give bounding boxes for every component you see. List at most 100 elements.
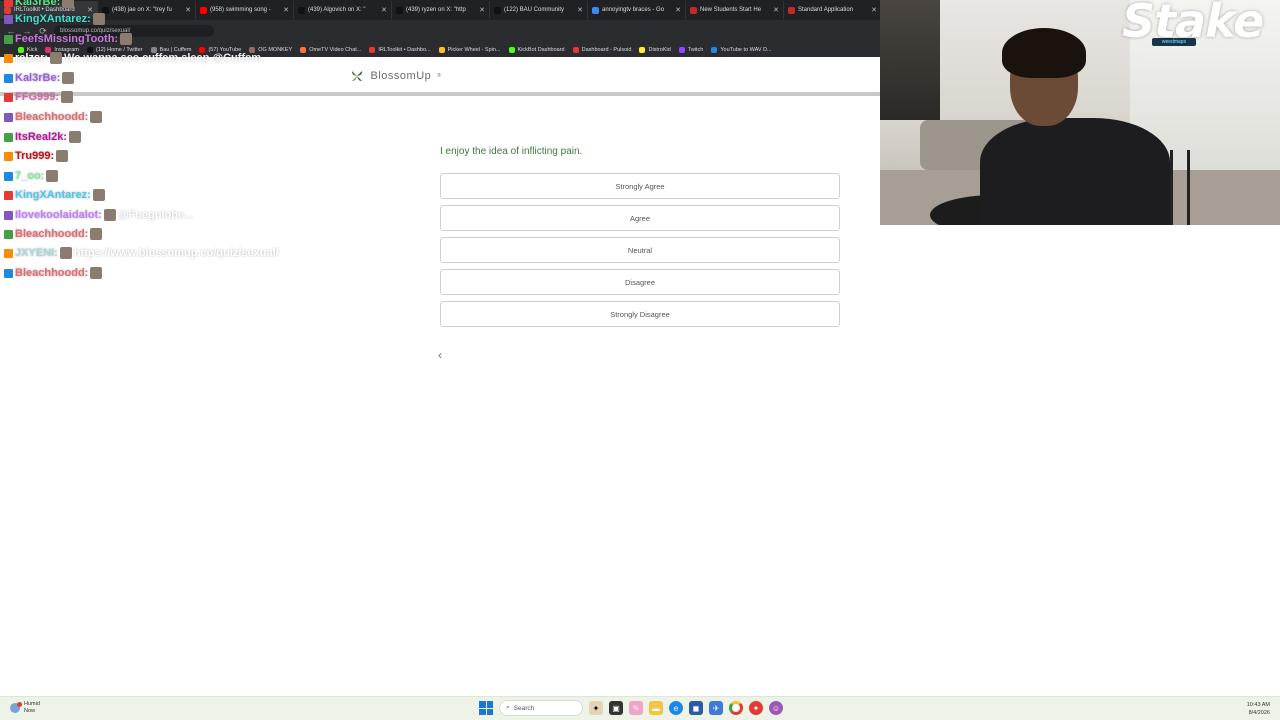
chat-username: KingXAntarez:: [15, 189, 91, 201]
chat-badge-icon: [4, 268, 13, 278]
tab-title: annoyingtv braces - Go: [602, 7, 665, 13]
bookmark-item[interactable]: Instagram: [45, 46, 79, 53]
browser-tab[interactable]: Standard Application ✕: [784, 1, 880, 19]
chat-emote-icon: [90, 228, 103, 240]
quiz-progress-bar: [0, 92, 880, 96]
widgets-icon[interactable]: ✦: [589, 701, 603, 715]
bookmark-label: Dashboard - Pulsoid: [581, 46, 632, 53]
bookmark-favicon-icon: [18, 46, 24, 53]
bookmark-favicon-icon: [45, 46, 52, 53]
close-tab-icon[interactable]: ✕: [675, 6, 681, 14]
store-icon[interactable]: ◼: [689, 701, 703, 715]
bookmark-favicon-icon: [711, 46, 718, 53]
bookmark-label: Instagram: [54, 46, 79, 53]
close-tab-icon[interactable]: ✕: [185, 6, 191, 14]
browser-tab[interactable]: annoyingtv braces - Go ✕: [588, 1, 686, 19]
file-explorer-icon[interactable]: ▬: [649, 701, 663, 715]
close-tab-icon[interactable]: ✕: [283, 6, 289, 14]
bookmark-favicon-icon: [678, 46, 685, 53]
bookmark-item[interactable]: Kick: [18, 46, 38, 53]
browser-tab[interactable]: (438) jae on X: "trey fu ✕: [98, 1, 196, 19]
reload-icon[interactable]: ⟳: [38, 26, 48, 37]
browser-tab[interactable]: (122) BAU Community ✕: [490, 1, 588, 19]
system-clock[interactable]: 10:43 AM 8/4/2026: [1247, 701, 1270, 717]
address-bar[interactable]: blossomup.co/quiz/sexual/: [54, 25, 214, 37]
chat-message: Tru999:: [4, 150, 69, 162]
site-header: BlossomUp ®: [0, 60, 880, 92]
answer-option-button[interactable]: Disagree: [440, 269, 840, 295]
bookmark-label: Kick: [27, 46, 38, 53]
back-arrow-icon[interactable]: ←: [6, 26, 16, 36]
chat-badge-icon: [4, 132, 13, 142]
chat-emote-icon: [68, 131, 81, 143]
task-view-icon[interactable]: ▣: [609, 701, 623, 715]
close-tab-icon[interactable]: ✕: [773, 6, 779, 14]
close-tab-icon[interactable]: ✕: [87, 6, 93, 14]
chat-message: Bleachhoodd:: [4, 267, 103, 279]
chat-badge-icon: [4, 248, 13, 258]
forward-arrow-icon[interactable]: →: [22, 26, 32, 36]
bookmark-item[interactable]: OG MONKEY: [249, 46, 292, 53]
chat-emote-icon: [103, 209, 116, 221]
edge-browser-icon[interactable]: e: [669, 701, 683, 715]
chat-username: Bleachhoodd:: [15, 228, 89, 240]
bookmark-item[interactable]: (57) YouTube: [199, 46, 242, 53]
bookmark-label: (57) YouTube: [208, 46, 242, 53]
weather-widget[interactable]: Humid Now: [10, 701, 40, 715]
answer-option-button[interactable]: Agree: [440, 205, 840, 231]
blossom-leaf-icon: [351, 71, 362, 81]
tab-favicon-icon: [200, 6, 207, 14]
answer-options: Strongly Agree Agree Neutral Disagree Strong…: [440, 173, 840, 333]
bookmark-item[interactable]: Bau | Cuffem: [150, 46, 191, 53]
bookmark-label: (12) Home / Twitter: [95, 46, 143, 53]
browser-tab[interactable]: (958) swimming song - ✕: [196, 1, 294, 19]
answer-option-button[interactable]: Strongly Agree: [440, 173, 840, 199]
chat-badge-icon: [4, 112, 13, 122]
chat-badge-icon: [4, 229, 13, 239]
close-tab-icon[interactable]: ✕: [871, 6, 877, 14]
chat-emote-icon: [46, 170, 59, 182]
browser-tab[interactable]: New Students Start He ✕: [686, 1, 784, 19]
browser-tab[interactable]: (439) Algovich on X: " ✕: [294, 1, 392, 19]
browser-tab[interactable]: IRLToolkit • Dashboard ✕: [0, 1, 98, 19]
answer-option-button[interactable]: Strongly Disagree: [440, 301, 840, 327]
bookmark-item[interactable]: Twitch: [678, 46, 703, 53]
app-icon[interactable]: ✦: [749, 701, 763, 715]
logo-text: BlossomUp: [370, 70, 432, 82]
close-tab-icon[interactable]: ✕: [479, 6, 485, 14]
chat-badge-icon: [4, 190, 13, 200]
browser-tab[interactable]: (439) ryzen on X: "http ✕: [392, 1, 490, 19]
bookmark-item[interactable]: IRLToolkit • Dashbo...: [369, 46, 431, 53]
taskbar-search[interactable]: ⌕ Search: [499, 700, 583, 716]
close-tab-icon[interactable]: ✕: [577, 6, 583, 14]
bookmark-favicon-icon: [369, 46, 376, 53]
blossomup-logo[interactable]: BlossomUp ®: [349, 69, 442, 83]
windows-start-icon[interactable]: [479, 701, 493, 715]
chat-emote-icon: [92, 189, 105, 201]
clock-date: 8/4/2026: [1248, 710, 1270, 716]
bookmark-item[interactable]: DistroKid: [639, 46, 671, 53]
bookmark-item[interactable]: Dashboard - Pulsoid: [572, 46, 632, 53]
discord-icon[interactable]: ☺: [769, 701, 783, 715]
bookmark-item[interactable]: KickBot Dashboard: [508, 46, 565, 53]
previous-question-icon[interactable]: ‹: [438, 348, 442, 362]
tab-title: (122) BAU Community: [504, 7, 565, 13]
chat-username: 7_oo:: [15, 170, 45, 182]
close-tab-icon[interactable]: ✕: [381, 6, 387, 14]
weather-title: Humid: [24, 701, 40, 707]
webcam-feed: weedmaps Stake: [880, 0, 1280, 225]
bookmarks-bar: Kick Instagram (12) Home / Twitter Bau | Cu…: [0, 42, 880, 57]
app-icon[interactable]: ✎: [629, 701, 643, 715]
app-icon[interactable]: ✈: [709, 701, 723, 715]
chat-username: Ilovekoolaidalot:: [15, 209, 102, 221]
bookmark-item[interactable]: (12) Home / Twitter: [86, 46, 143, 53]
chat-username: JXYENI:: [15, 247, 58, 259]
browser-toolbar: ← → ⟳ blossomup.co/quiz/sexual/: [0, 20, 880, 42]
bookmark-item[interactable]: YouTube to WAV D...: [711, 46, 772, 53]
chrome-icon[interactable]: [729, 701, 743, 715]
chat-text: @Fuegolobe...: [117, 209, 194, 221]
answer-option-button[interactable]: Neutral: [440, 237, 840, 263]
bookmark-item[interactable]: OmeTV Video Chat...: [300, 46, 361, 53]
bookmark-item[interactable]: Picker Wheel - Spin...: [438, 46, 501, 53]
tab-title: (438) jae on X: "trey fu: [112, 7, 172, 13]
